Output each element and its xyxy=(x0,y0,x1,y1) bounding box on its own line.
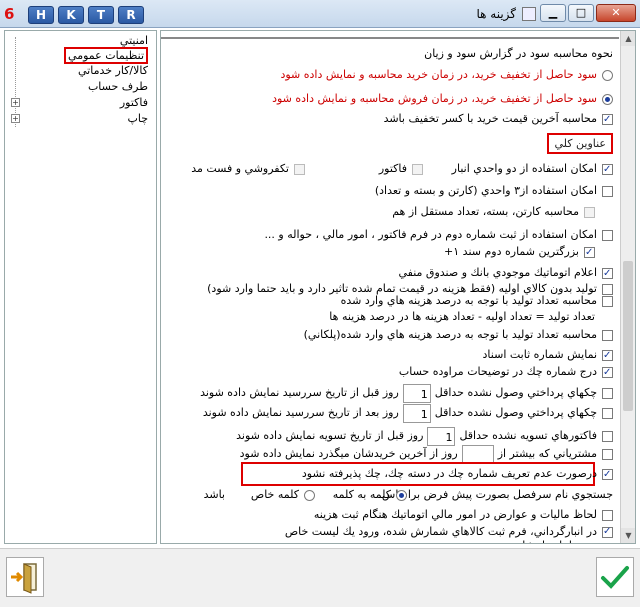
fixed-number-checkbox[interactable] xyxy=(602,348,613,363)
radio-purchase[interactable] xyxy=(602,69,613,81)
exit-door-icon xyxy=(11,563,37,594)
bottom-bar xyxy=(0,548,640,607)
scroll-thumb[interactable] xyxy=(623,261,633,411)
auto-balance-checkbox[interactable] xyxy=(602,266,613,281)
warehouse-serial-checkbox[interactable] xyxy=(602,525,613,539)
tree-item-goods-services[interactable]: كالا/كار خدماتي xyxy=(78,64,148,77)
search-suffix: باشد xyxy=(203,488,225,501)
expand-invoice-icon[interactable]: + xyxy=(11,98,20,107)
invoices-unsettled-checkbox[interactable] xyxy=(602,430,613,442)
check-in-desc-option[interactable]: درج شماره چك در توضيحات مراوده حساب xyxy=(399,364,613,380)
calc-produce-qty-checkbox[interactable] xyxy=(602,295,613,307)
t-button[interactable]: T xyxy=(88,6,114,24)
profit-heading: نحوه محاسبه سود در گزارش سود و زيان xyxy=(424,47,613,60)
profit-option-sale[interactable]: سود حاصل از تخفيف خريد، در زمان فروش محا… xyxy=(272,91,613,106)
auto-balance-option[interactable]: اعلام اتوماتيك موجودي بانك و صندوق منفي xyxy=(398,265,613,281)
checkmark-icon xyxy=(601,566,629,589)
scroll-down-icon[interactable]: ▼ xyxy=(621,528,635,543)
k-button[interactable]: K xyxy=(58,6,84,24)
vertical-scrollbar[interactable]: ▲ ▼ xyxy=(620,31,635,543)
retail-option[interactable]: تكفروشي و فست مد xyxy=(191,161,305,176)
window-icon xyxy=(522,7,536,21)
fixed-number-option[interactable]: نمايش شماره ثابت اسناد xyxy=(483,347,613,363)
profit-option-purchase[interactable]: سود حاصل از تخفيف خريد، در زمان خريد محا… xyxy=(280,67,613,82)
second-number-checkbox[interactable] xyxy=(602,229,613,241)
exit-button[interactable] xyxy=(6,557,44,597)
invoice-option[interactable]: فاكتور xyxy=(379,161,423,176)
close-button[interactable]: ✕ xyxy=(596,4,636,22)
retail-checkbox[interactable] xyxy=(294,163,305,175)
app-logo: 6 xyxy=(4,5,15,23)
minimize-button[interactable]: ▁ xyxy=(540,4,566,22)
invoice-checkbox[interactable] xyxy=(412,163,423,175)
calc-produce-qty2-option[interactable]: محاسبه تعداد توليد با توجه به درصد هزينه… xyxy=(304,327,613,342)
settings-tree: امنيتي تنظيمات عمومي كالا/كار خدماتي طرف… xyxy=(4,30,157,544)
warehouse-serial-option[interactable]: در انبارگرداني، فرم ثبت كالاهاي شمارش شد… xyxy=(273,525,613,543)
section-title: عناوين كلي xyxy=(547,133,613,154)
customers-more-checkbox[interactable] xyxy=(602,448,613,460)
settings-panel: نحوه محاسبه سود در گزارش سود و زيان سود … xyxy=(160,30,636,544)
last-price-option[interactable]: محاسبه آخرين قيمت خريد با كسر تخفيف باشد xyxy=(384,111,613,127)
bigger-second-checkbox[interactable] xyxy=(584,245,595,260)
calc-produce-qty2-checkbox[interactable] xyxy=(602,329,613,341)
ok-button[interactable] xyxy=(596,557,634,597)
invoices-unsettled-option[interactable]: فاكتورهاي تسويه نشده حداقل1روز قبل از تا… xyxy=(236,426,613,446)
search-whole-word-option[interactable]: كلمه خاص xyxy=(251,487,315,502)
r-button[interactable]: R xyxy=(118,6,144,24)
tree-item-account-party[interactable]: طرف حساب xyxy=(88,80,148,93)
auto-tax-option[interactable]: لحاظ ماليات و عوارض در امور مالي اتوماتي… xyxy=(314,507,613,522)
tree-item-print[interactable]: چاپ xyxy=(127,112,148,125)
three-units-checkbox[interactable] xyxy=(602,185,613,197)
maximize-button[interactable]: □ xyxy=(568,4,594,22)
checks-before-checkbox[interactable] xyxy=(602,387,613,399)
checks-after-input[interactable]: 1 xyxy=(402,403,431,423)
invoices-unsettled-input[interactable]: 1 xyxy=(427,426,456,446)
customers-more-option[interactable]: مشترياني كه بيشتر ازروز از آخرين خريدشان… xyxy=(240,444,613,464)
last-price-checkbox[interactable] xyxy=(602,112,613,127)
carton-calc-checkbox[interactable] xyxy=(584,206,595,218)
carton-calc-option[interactable]: محاسبه كارتن، بسته، تعداد مستقل از هم xyxy=(392,204,595,219)
tree-item-invoice[interactable]: فاكتور xyxy=(120,96,148,109)
title-bar: 6 H K T R گزينه ها ▁ □ ✕ xyxy=(0,0,640,28)
top-divider xyxy=(161,31,619,39)
checks-before-option[interactable]: چكهاي پرداختي وصول نشده حداقل1روز قبل از… xyxy=(200,383,613,403)
scroll-up-icon[interactable]: ▲ xyxy=(621,31,635,46)
bigger-second-option[interactable]: بزرگترين شماره دوم سند ۱+ xyxy=(444,244,595,260)
check-in-desc-checkbox[interactable] xyxy=(602,365,613,380)
customers-more-input[interactable] xyxy=(461,444,494,464)
expand-print-icon[interactable]: + xyxy=(11,114,20,123)
radio-sale[interactable] xyxy=(602,93,613,105)
three-units-option[interactable]: امكان استفاده از۳ واحدي (كارتن و بسته و … xyxy=(375,183,613,198)
produce-formula: تعداد توليد = تعداد اوليه - تعداد هزينه … xyxy=(329,310,595,323)
auto-tax-checkbox[interactable] xyxy=(602,509,613,521)
second-number-option[interactable]: امكان استفاده از ثبت شماره دوم در فرم فا… xyxy=(264,227,613,242)
undefined-check-checkbox[interactable] xyxy=(602,467,613,482)
calc-produce-qty-option[interactable]: محاسبه تعداد توليد با توجه به درصد هزينه… xyxy=(341,293,613,308)
checks-after-checkbox[interactable] xyxy=(602,407,613,419)
search-word-part-option[interactable]: كلمه به كلمه xyxy=(333,487,407,502)
checks-before-input[interactable]: 1 xyxy=(402,383,431,403)
two-units-option[interactable]: امكان استفاده از دو واحدي انبار xyxy=(452,161,613,177)
tree-item-security[interactable]: امنيتي xyxy=(120,34,148,47)
checks-after-option[interactable]: چكهاي پرداختي وصول نشده حداقل1روز بعد از… xyxy=(203,403,613,423)
window-title: گزينه ها xyxy=(476,7,516,21)
search-default-label: جستجوي نام سرفصل بصورت پيش فرض براساس xyxy=(381,488,613,501)
tree-item-general-settings[interactable]: تنظيمات عمومي xyxy=(64,47,148,64)
radio-word-part[interactable] xyxy=(396,489,407,501)
undefined-check-option[interactable]: درصورت عدم تعريف شماره چك در دسته چك، چك… xyxy=(302,466,613,482)
radio-whole-word[interactable] xyxy=(304,489,315,501)
two-units-checkbox[interactable] xyxy=(602,162,613,177)
h-button[interactable]: H xyxy=(28,6,54,24)
